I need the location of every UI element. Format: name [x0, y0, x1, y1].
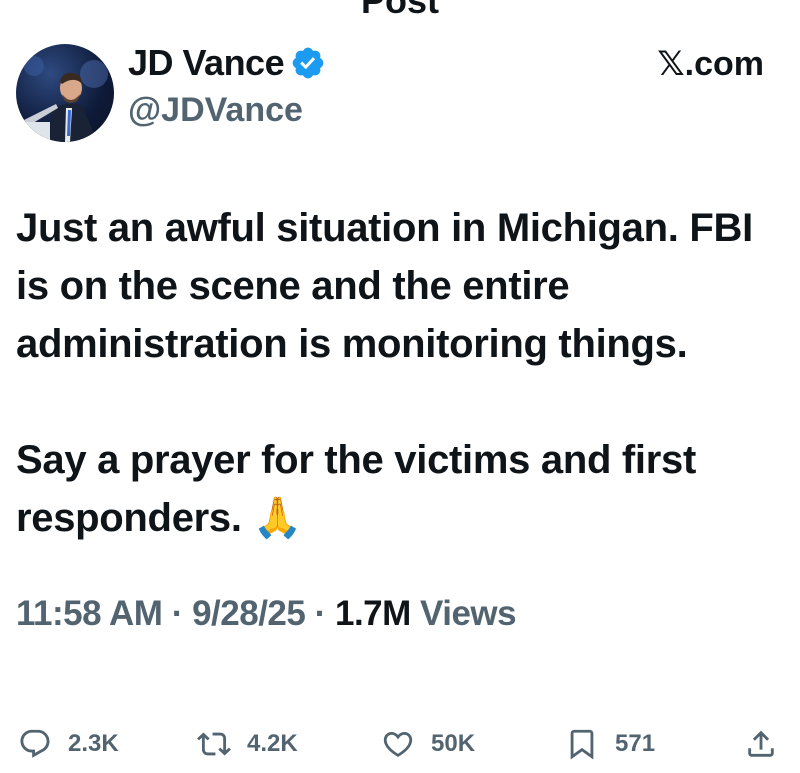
views-count: 1.7M [334, 594, 411, 633]
tweet-time[interactable]: 11:58 AM [16, 594, 163, 633]
top-bar: Post [0, 0, 800, 21]
verified-badge-icon [292, 47, 324, 79]
like-button[interactable]: 50K [381, 722, 475, 766]
tweet-text: Just an awful situation in Michigan. FBI… [16, 199, 786, 547]
like-count: 50K [431, 730, 476, 757]
author-name-row: JD Vance [128, 42, 326, 84]
repost-button[interactable]: 4.2K [197, 722, 298, 766]
meta-separator-1: · [171, 594, 184, 633]
source-label: 𝕏.com [657, 45, 764, 83]
tweet-metadata: 11:58 AM · 9/28/25 · 1.7M Views [16, 594, 517, 634]
reply-icon [20, 729, 50, 758]
tweet-paragraph-1: Just an awful situation in Michigan. FBI… [16, 206, 753, 366]
avatar-photo [20, 56, 108, 142]
views-label: Views [420, 594, 517, 633]
author-name[interactable]: JD Vance [128, 42, 285, 84]
avatar[interactable] [16, 44, 114, 142]
bookmark-button[interactable]: 571 [565, 722, 655, 766]
heart-icon [383, 731, 413, 757]
meta-separator-2: · [314, 594, 327, 633]
repost-icon [197, 732, 231, 756]
share-button[interactable] [744, 722, 778, 766]
bookmark-count: 571 [615, 730, 656, 757]
author-handle[interactable]: @JDVance [128, 91, 303, 130]
tweet-date[interactable]: 9/28/25 [192, 594, 306, 633]
reply-button[interactable]: 2.3K [18, 722, 119, 766]
reply-count: 2.3K [68, 730, 119, 757]
share-icon [748, 730, 774, 757]
action-bar: 2.3K 4.2K 50K 571 [0, 722, 800, 766]
repost-count: 4.2K [247, 730, 298, 757]
bookmark-icon [570, 729, 594, 760]
tweet-paragraph-2: Say a prayer for the victims and first r… [16, 438, 696, 540]
page-title: Post [360, 0, 439, 21]
